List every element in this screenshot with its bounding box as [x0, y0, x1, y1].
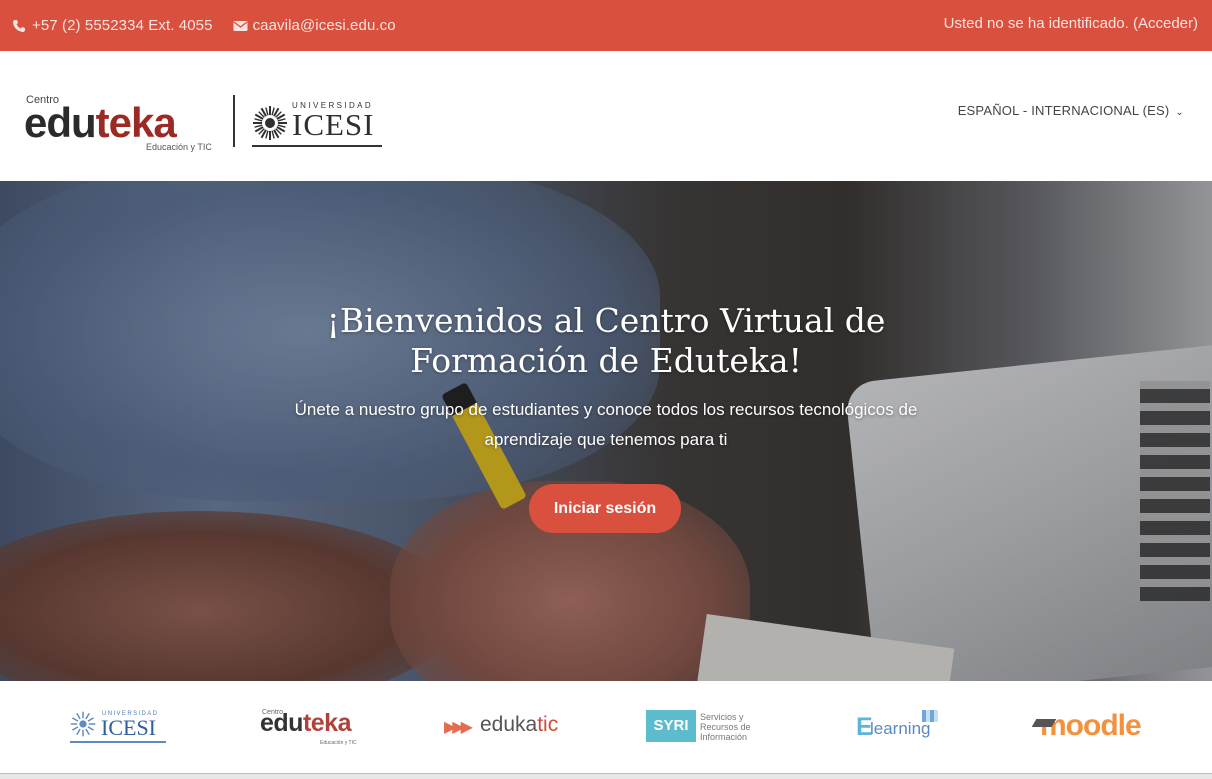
envelope-icon: [233, 19, 248, 33]
partner-syri-logo[interactable]: SYRI Servicios y Recursos de Información: [646, 705, 766, 749]
email-address[interactable]: caavila@icesi.edu.co: [253, 17, 396, 34]
partner-syri-line2: Recursos de: [700, 722, 751, 732]
partner-edukatic-word: edukatic: [480, 713, 558, 737]
chevron-down-icon: ⌄: [1175, 107, 1184, 118]
partner-eduteka-edu: edu: [260, 709, 303, 737]
logo-tagline: Educación y TIC: [146, 142, 212, 152]
partner-eduteka-tagline: Educación y TIC: [320, 740, 357, 746]
login-link[interactable]: Acceder: [1138, 15, 1193, 32]
partner-moodle-word: moodle: [1040, 709, 1142, 742]
icesi-name: ICESI: [292, 107, 375, 142]
top-bar: +57 (2) 5552334 Ext. 4055 caavila@icesi.…: [0, 0, 1212, 51]
window-bottom-edge: [0, 773, 1212, 779]
phone-icon: [12, 19, 26, 33]
partner-syri-line3: Información: [700, 732, 748, 742]
login-button[interactable]: Iniciar sesión: [529, 484, 681, 533]
language-selector[interactable]: ESPAÑOL - INTERNACIONAL (ES) ⌄: [958, 103, 1184, 118]
partner-eduteka-word: eduteka: [260, 709, 352, 738]
partner-edukatic-tic: tic: [537, 713, 559, 736]
hero-title: ¡Bienvenidos al Centro Virtual de Formac…: [0, 301, 1212, 381]
login-status: Usted no se ha identificado. (Acceder): [944, 15, 1198, 32]
partner-icesi-logo[interactable]: UNIVERSIDAD ICESI: [70, 705, 170, 749]
partner-elearning-word: learning: [870, 719, 931, 738]
partner-moodle-logo[interactable]: moodle: [1031, 705, 1154, 749]
icesi-seal-icon: [253, 106, 287, 140]
login-status-suffix: ): [1193, 15, 1198, 32]
partners-strip: UNIVERSIDAD ICESI Centro eduteka Educaci…: [0, 681, 1212, 773]
arrows-icon: ▶▶▶: [444, 719, 473, 736]
partner-icesi-underline: [70, 741, 166, 743]
partner-edukatic-logo[interactable]: ▶▶▶ edukatic: [444, 705, 574, 749]
logo-eduteka-word: eduteka: [24, 99, 177, 147]
hero-title-line1: ¡Bienvenidos al Centro Virtual de: [326, 301, 886, 340]
partner-edukatic-edu: eduka: [480, 713, 538, 736]
logo-divider: [233, 95, 235, 147]
partner-syri-line1: Servicios y: [700, 712, 744, 722]
hero-banner: ¡Bienvenidos al Centro Virtual de Formac…: [0, 181, 1212, 681]
icesi-underline: [252, 145, 382, 147]
logo-edu: edu: [24, 99, 97, 146]
contact-info: +57 (2) 5552334 Ext. 4055 caavila@icesi.…: [12, 17, 410, 34]
partner-syri-box: SYRI: [646, 710, 696, 742]
site-header: Centro eduteka Educación y TIC UNIVERSID…: [0, 51, 1212, 181]
language-label: ESPAÑOL - INTERNACIONAL (ES): [957, 103, 1170, 118]
partner-eduteka-logo[interactable]: Centro eduteka Educación y TIC: [260, 705, 370, 749]
partner-elearning-logo[interactable]: E learning: [856, 705, 946, 749]
hero-title-line2: Formación de Eduteka!: [410, 341, 802, 380]
login-status-text: Usted no se ha identificado. (: [943, 15, 1138, 32]
eduteka-icesi-logo[interactable]: Centro eduteka Educación y TIC UNIVERSID…: [24, 93, 384, 153]
partner-icesi-name: ICESI: [101, 715, 156, 740]
icesi-seal-small-icon: [70, 711, 96, 737]
partner-syri-text: Servicios y Recursos de Información: [700, 712, 751, 742]
pixel-dots-icon: [922, 710, 938, 722]
phone-number: +57 (2) 5552334 Ext. 4055: [32, 17, 213, 34]
partner-eduteka-teka: teka: [302, 709, 352, 737]
hero-subtitle: Únete a nuestro grupo de estudiantes y c…: [294, 400, 918, 449]
logo-teka: teka: [95, 99, 177, 146]
